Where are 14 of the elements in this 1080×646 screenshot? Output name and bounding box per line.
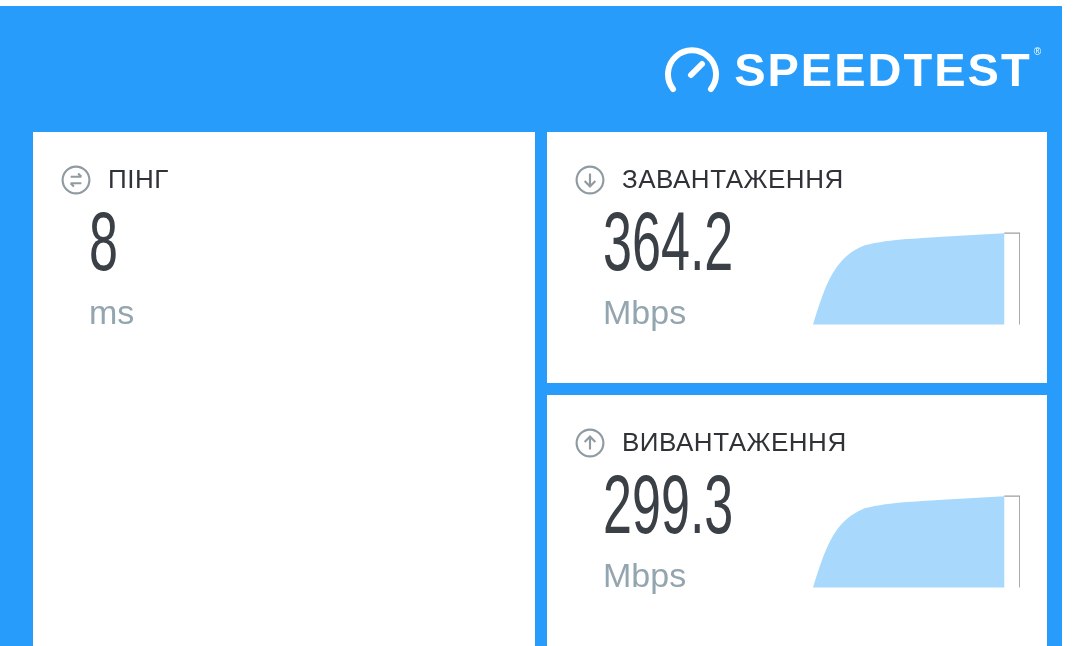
card-label: ПІНГ [108, 164, 169, 195]
unit-label: ms [89, 293, 136, 332]
result-value: 299.3 [603, 458, 734, 550]
result-value: 8 [89, 195, 118, 287]
download-icon [575, 164, 605, 195]
result-value: 364.2 [603, 195, 734, 287]
exchange-icon [61, 164, 91, 195]
upload-icon [575, 427, 605, 458]
unit-label: Mbps [603, 556, 688, 595]
card-label: ВИВАНТАЖЕННЯ [622, 427, 847, 458]
card-label: ЗАВАНТАЖЕННЯ [622, 164, 844, 195]
logo-text: SPEEDTEST$^{®}$ [734, 41, 1043, 97]
unit-label: Mbps [603, 293, 688, 332]
gauge-icon [664, 45, 721, 93]
